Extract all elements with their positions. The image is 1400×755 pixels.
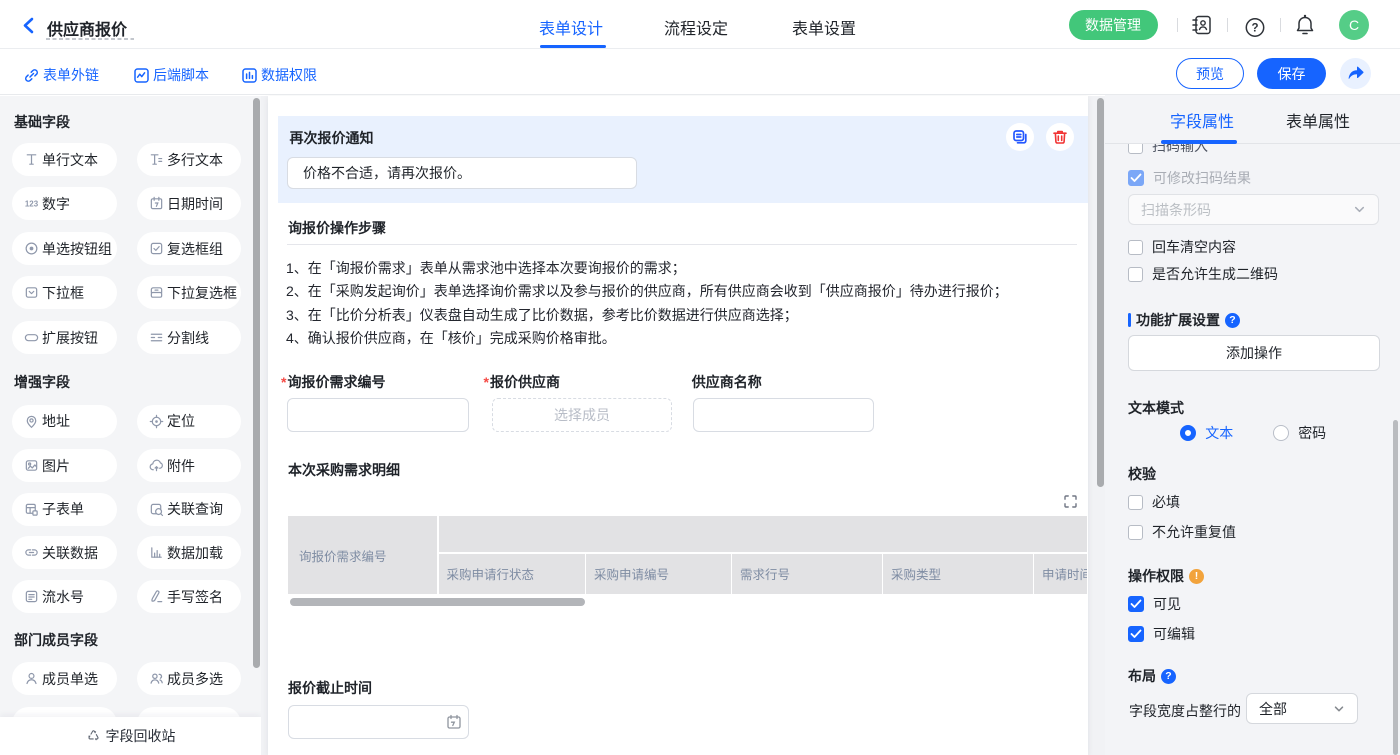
- svg-text:?: ?: [1251, 22, 1258, 34]
- svg-text:123: 123: [25, 200, 39, 209]
